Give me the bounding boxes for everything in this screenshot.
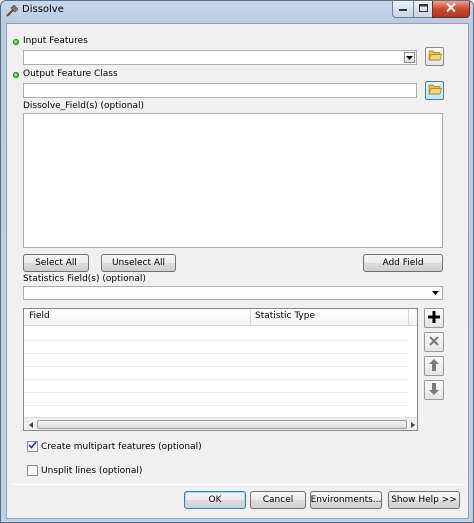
select-all-button[interactable]: Select All [23,254,89,272]
table-row[interactable] [24,392,408,393]
hammer-icon [6,4,19,17]
environments-button[interactable]: Environments... [310,491,382,509]
table-row[interactable] [24,366,408,367]
unsplit-lines-label[interactable]: Unsplit lines (optional) [41,466,142,476]
chevron-down-icon[interactable] [430,288,441,298]
column-header-statistic-type[interactable]: Statistic Type [255,311,315,321]
multipart-checkbox[interactable] [27,441,38,452]
output-feature-class-field[interactable] [23,83,417,98]
delete-x-icon [429,335,439,349]
required-dot [13,39,19,45]
ok-button[interactable]: OK [184,491,246,509]
delete-row-button[interactable] [424,332,444,352]
arrow-up-icon [429,358,439,374]
table-row[interactable] [24,379,408,380]
folder-open-icon [428,49,442,64]
add-row-button[interactable] [424,308,444,328]
dissolve-fields-label: Dissolve_Field(s) (optional) [23,101,145,111]
horizontal-scrollbar[interactable] [24,417,417,430]
title-bar[interactable]: Dissolve [1,1,473,21]
add-field-button[interactable]: Add Field [363,254,443,272]
minimize-icon [399,4,407,15]
input-features-label: Input Features [23,36,88,46]
table-row[interactable] [24,340,408,341]
move-down-button[interactable] [424,380,444,400]
table-row[interactable] [24,353,408,354]
cancel-button[interactable]: Cancel [250,491,306,509]
scrollbar-thumb[interactable] [37,420,407,429]
required-dot [13,72,19,78]
maximize-button[interactable] [413,1,433,18]
dissolve-dialog: Dissolve Input Features Output Feature C [0,0,474,523]
dialog-body: Input Features Output Feature Class Diss… [6,23,469,519]
arrow-down-icon [429,382,439,398]
multipart-label[interactable]: Create multipart features (optional) [41,442,202,452]
minimize-button[interactable] [392,1,414,18]
table-header: Field Statistic Type [24,309,417,326]
input-features-dropdown[interactable] [23,50,417,65]
input-features-browse-button[interactable] [425,47,444,66]
column-header-field[interactable]: Field [29,311,50,321]
statistics-fields-label: Statistics Field(s) (optional) [23,274,146,284]
dissolve-fields-list[interactable] [23,113,443,248]
output-feature-class-browse-button[interactable] [425,81,444,100]
close-icon [446,2,456,15]
close-button[interactable] [432,1,470,18]
scroll-left-icon[interactable] [26,420,35,429]
footer-divider [12,484,463,485]
scroll-right-icon[interactable] [408,420,417,429]
statistics-table[interactable]: Field Statistic Type [23,308,418,431]
table-row[interactable] [24,405,408,406]
plus-icon [428,310,440,326]
unselect-all-button[interactable]: Unselect All [101,254,176,272]
output-feature-class-label: Output Feature Class [23,69,118,79]
statistics-field-dropdown[interactable] [23,286,443,300]
maximize-icon [418,3,428,15]
window-title: Dissolve [22,4,64,15]
show-help-button[interactable]: Show Help >> [388,491,460,509]
move-up-button[interactable] [424,356,444,376]
column-divider [408,309,409,325]
checkmark-icon [28,441,37,452]
chevron-down-icon[interactable] [404,52,415,63]
unsplit-lines-checkbox[interactable] [27,465,38,476]
folder-open-icon [428,83,442,98]
column-divider[interactable] [250,309,251,325]
